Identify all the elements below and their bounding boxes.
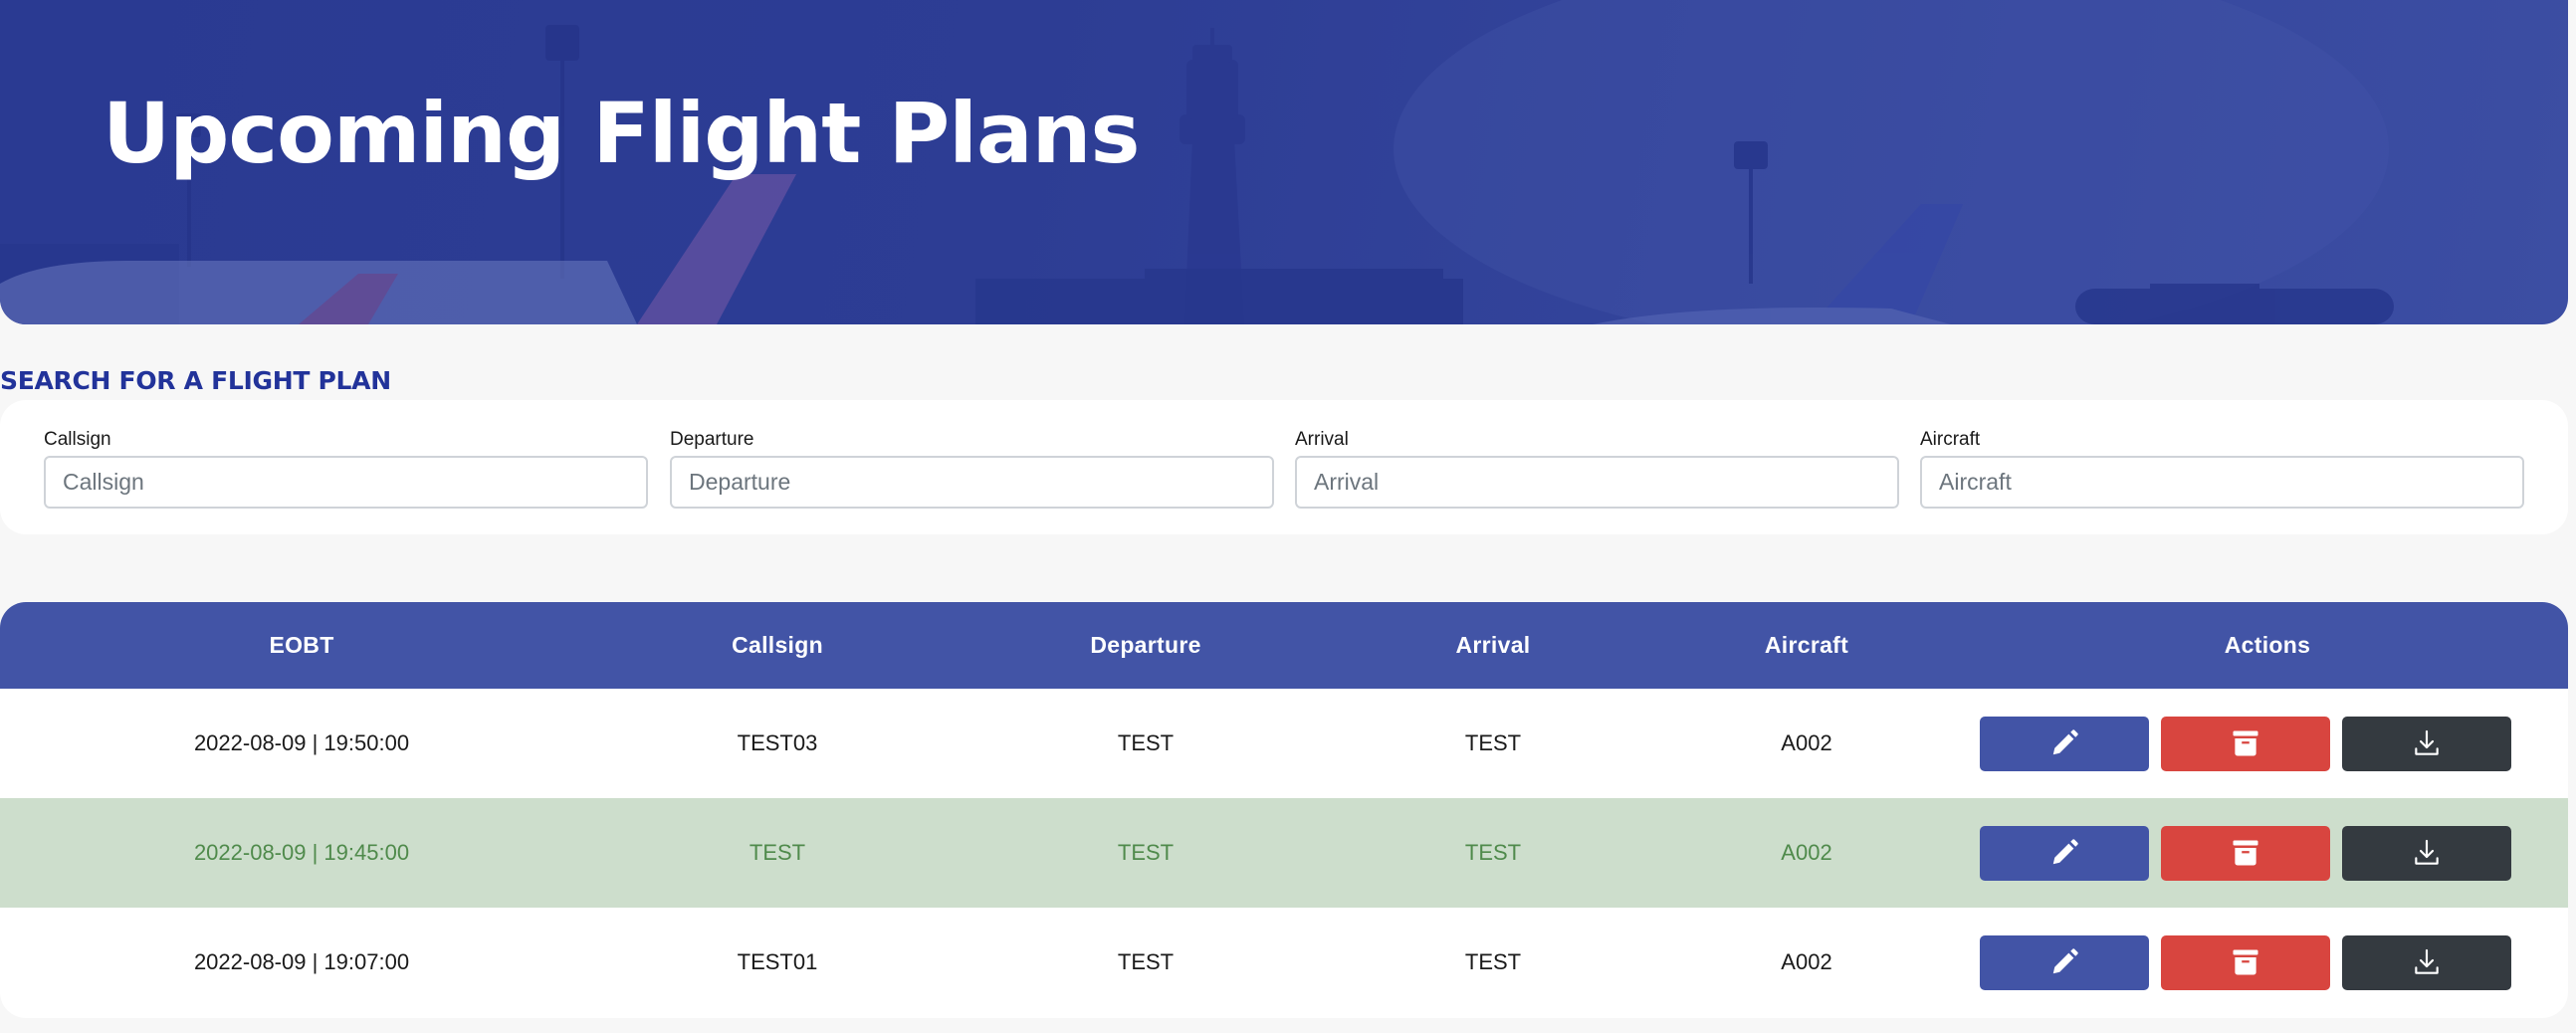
arrival-cell: TEST [1464, 840, 1522, 865]
aircraft-input[interactable] [1920, 456, 2524, 509]
eobt-cell: 2022-08-09 | 19:07:00 [193, 949, 410, 974]
actions-cell [1967, 798, 2568, 908]
table-row: 2022-08-09 | 19:50:00 TEST03 TEST TEST A… [0, 689, 2568, 798]
column-header-callsign: Callsign [732, 632, 823, 658]
aircraft-field-group: Aircraft [1920, 430, 2524, 509]
archive-button[interactable] [2161, 716, 2330, 771]
download-icon [2415, 729, 2439, 755]
aircraft-cell: A002 [1781, 730, 1832, 755]
table-row: 2022-08-09 | 19:07:00 TEST01 TEST TEST A… [0, 908, 2568, 1017]
departure-cell: TEST [1117, 840, 1175, 865]
column-header-departure: Departure [1090, 632, 1201, 658]
hero-banner: Upcoming Flight Plans [0, 0, 2568, 324]
archive-button[interactable] [2161, 825, 2330, 881]
download-button[interactable] [2342, 716, 2511, 771]
archive-box-icon [2233, 730, 2258, 756]
column-header-arrival: Arrival [1455, 632, 1531, 658]
row-actions [1967, 716, 2568, 771]
departure-input[interactable] [670, 456, 1274, 509]
edit-button[interactable] [1980, 825, 2149, 881]
edit-button[interactable] [1980, 934, 2149, 990]
callsign-cell: TEST01 [737, 949, 818, 974]
eobt-cell: 2022-08-09 | 19:45:00 [193, 840, 410, 865]
search-heading: SEARCH FOR A FLIGHT PLAN [0, 366, 391, 395]
row-actions [1967, 934, 2568, 990]
column-header-eobt: EOBT [269, 632, 334, 658]
archive-box-icon [2233, 949, 2258, 975]
row-actions [1967, 825, 2568, 881]
actions-cell [1967, 908, 2568, 1017]
archive-button[interactable] [2161, 934, 2330, 990]
table-row-highlighted: 2022-08-09 | 19:45:00 TEST TEST TEST A00… [0, 798, 2568, 908]
download-button[interactable] [2342, 934, 2511, 990]
arrival-input[interactable] [1295, 456, 1899, 509]
arrival-field-group: Arrival [1295, 430, 1899, 509]
pencil-icon [2052, 729, 2078, 755]
departure-cell: TEST [1117, 730, 1175, 755]
departure-label: Departure [670, 429, 754, 450]
archive-box-icon [2233, 840, 2258, 866]
actions-cell [1967, 689, 2568, 798]
callsign-label: Callsign [44, 429, 111, 450]
download-icon [2415, 948, 2439, 974]
edit-button[interactable] [1980, 716, 2149, 771]
search-form: Callsign Departure Arrival Aircraft [0, 400, 2568, 534]
callsign-input[interactable] [44, 456, 648, 509]
download-button[interactable] [2342, 825, 2511, 881]
aircraft-cell: A002 [1781, 840, 1832, 865]
arrival-cell: TEST [1464, 949, 1522, 974]
aircraft-cell: A002 [1781, 949, 1832, 974]
flight-plans-table: EOBT Callsign Departure Arrival Aircraft… [0, 602, 2568, 1018]
departure-field-group: Departure [670, 430, 1274, 509]
page: Upcoming Flight Plans SEARCH FOR A FLIGH… [0, 0, 2576, 1033]
callsign-cell: TEST03 [737, 730, 818, 755]
column-header-aircraft: Aircraft [1764, 632, 1849, 658]
eobt-cell: 2022-08-09 | 19:50:00 [193, 730, 410, 755]
aircraft-label: Aircraft [1920, 429, 1981, 450]
pencil-icon [2052, 948, 2078, 974]
column-header-actions: Actions [2224, 632, 2311, 658]
page-title: Upcoming Flight Plans [103, 85, 1140, 182]
arrival-cell: TEST [1464, 730, 1522, 755]
arrival-label: Arrival [1295, 429, 1349, 450]
pencil-icon [2052, 839, 2078, 865]
callsign-field-group: Callsign [44, 430, 648, 509]
table-header-row: EOBT Callsign Departure Arrival Aircraft… [0, 602, 2568, 689]
callsign-cell: TEST [749, 840, 806, 865]
departure-cell: TEST [1117, 949, 1175, 974]
download-icon [2415, 839, 2439, 865]
